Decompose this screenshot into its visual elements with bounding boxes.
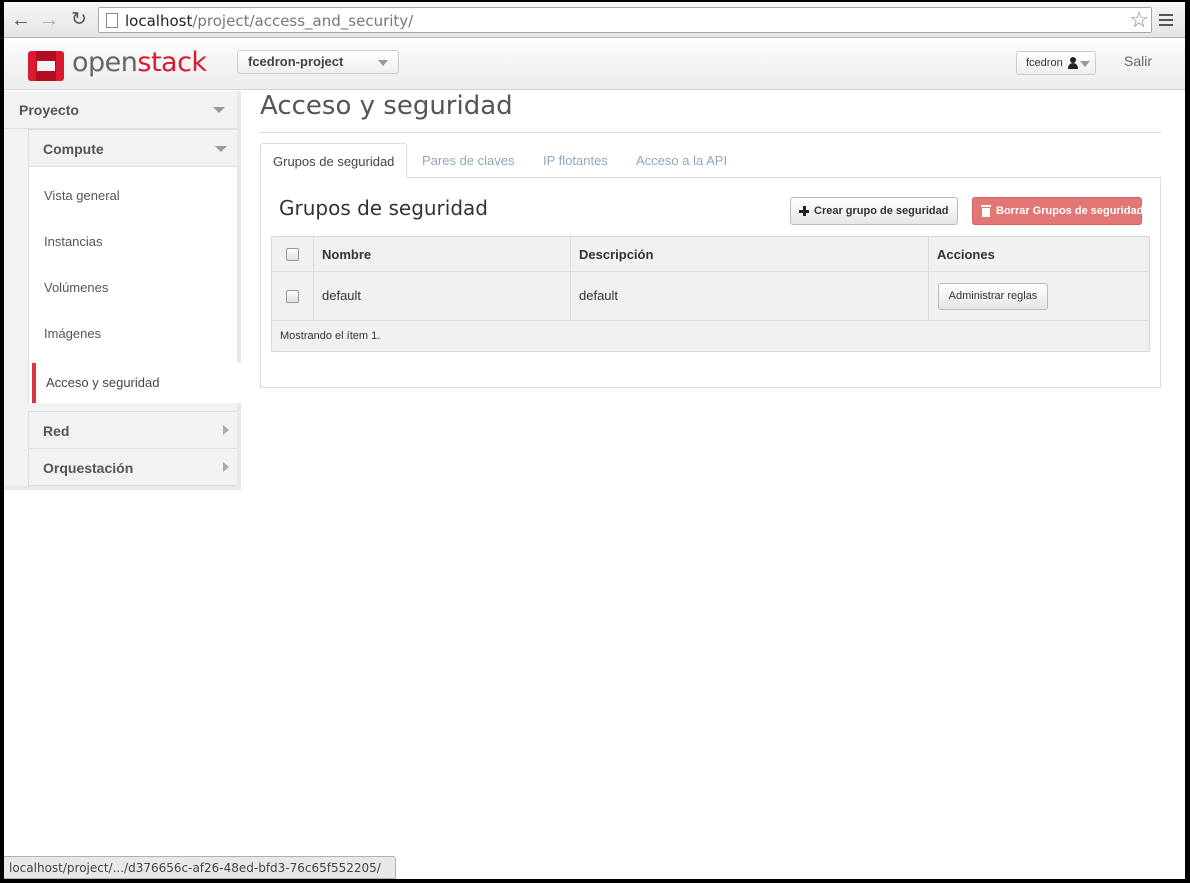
header-name-cell[interactable]: Nombre <box>314 237 571 271</box>
select-all-checkbox[interactable] <box>286 248 299 261</box>
tab-panel: Grupos de seguridad Crear grupo de segur… <box>260 177 1161 388</box>
status-bar-url: localhost/project/.../d376656c-af26-48ed… <box>4 856 396 879</box>
divider <box>260 132 1161 133</box>
chevron-right-icon <box>223 425 229 435</box>
trash-icon <box>981 205 991 217</box>
reload-icon[interactable]: ↻ <box>68 9 90 31</box>
user-menu[interactable]: fcedron <box>1016 51 1096 75</box>
sidebar-dashboard-label: Proyecto <box>19 102 79 118</box>
create-security-group-button[interactable]: Crear grupo de seguridad <box>790 197 958 225</box>
chevron-down-icon <box>215 146 227 152</box>
logo-text: openstack <box>72 47 207 78</box>
tab-key-pairs[interactable]: Pares de claves <box>422 143 515 178</box>
chevron-down-icon <box>1080 61 1090 67</box>
sidebar-item-label: Acceso y seguridad <box>46 375 160 390</box>
logo-text-stack: stack <box>137 47 207 78</box>
url-host: localhost <box>125 12 193 30</box>
column-header-name: Nombre <box>322 247 372 262</box>
browser-window: ← → ↻ localhost/project/access_and_secur… <box>4 2 1185 879</box>
column-header-actions: Acciones <box>937 247 995 262</box>
table-row: default default Administrar reglas <box>272 272 1149 321</box>
sidebar-item-instances[interactable]: Instancias <box>44 234 103 249</box>
row-select-cell <box>272 272 314 320</box>
group-description: default <box>579 288 619 303</box>
sidebar-group-label: Red <box>43 423 70 439</box>
plus-icon <box>799 206 809 216</box>
browser-toolbar: ← → ↻ localhost/project/access_and_secur… <box>4 2 1185 38</box>
bookmark-star-icon[interactable]: ☆ <box>1129 8 1149 32</box>
header-select-cell <box>272 237 314 271</box>
security-groups-table: Nombre Descripción Acciones default defa… <box>271 236 1150 352</box>
sidebar-item-volumes[interactable]: Volúmenes <box>44 280 108 295</box>
logout-link[interactable]: Salir <box>1124 53 1152 69</box>
sidebar: Proyecto Compute Vista general Instancia… <box>4 91 241 490</box>
sidebar-group-label: Orquestación <box>43 460 134 476</box>
sidebar-item-overview[interactable]: Vista general <box>44 188 120 203</box>
row-actions-cell: Administrar reglas <box>929 272 1149 320</box>
user-icon <box>1068 57 1078 69</box>
row-checkbox[interactable] <box>286 290 299 303</box>
chevron-right-icon <box>223 462 229 472</box>
tab-floating-ips[interactable]: IP flotantes <box>543 143 608 178</box>
page-icon <box>106 13 118 28</box>
sidebar-group-compute[interactable]: Compute <box>28 129 237 167</box>
tab-security-groups[interactable]: Grupos de seguridad <box>260 143 408 178</box>
tab-api-access[interactable]: Acceso a la API <box>636 143 727 178</box>
forward-arrow-icon[interactable]: → <box>38 9 60 31</box>
openstack-logo-icon <box>28 51 64 81</box>
delete-security-groups-button[interactable]: Borrar Grupos de seguridad <box>972 197 1144 225</box>
column-header-description: Descripción <box>579 247 654 262</box>
group-name: default <box>322 288 362 303</box>
header-actions-cell: Acciones <box>929 237 1149 271</box>
manage-rules-button[interactable]: Administrar reglas <box>938 283 1048 310</box>
sidebar-group-label: Compute <box>43 141 104 157</box>
back-arrow-icon[interactable]: ← <box>10 9 32 31</box>
username: fcedron <box>1026 57 1063 69</box>
url-path: /project/access_and_security/ <box>192 12 414 30</box>
create-button-label: Crear grupo de seguridad <box>814 205 949 217</box>
app-header: openstack fcedron-project fcedron Salir <box>4 38 1185 90</box>
chevron-down-icon <box>213 107 225 113</box>
chevron-down-icon <box>378 60 388 66</box>
row-name-cell: default <box>314 272 571 320</box>
url-text[interactable]: localhost/project/access_and_security/ <box>125 12 413 30</box>
delete-button-label: Borrar Grupos de seguridad <box>996 205 1144 217</box>
address-bar[interactable]: localhost/project/access_and_security/ ☆ <box>98 7 1152 33</box>
header-description-cell[interactable]: Descripción <box>571 237 929 271</box>
project-name: fcedron-project <box>248 54 344 69</box>
table-footer: Mostrando el ítem 1. <box>280 330 381 342</box>
logo-text-open: open <box>72 47 138 78</box>
project-selector[interactable]: fcedron-project <box>237 50 399 74</box>
sidebar-group-network[interactable]: Red <box>28 411 237 449</box>
row-description-cell: default <box>571 272 929 320</box>
section-title: Grupos de seguridad <box>279 196 488 220</box>
browser-menu-icon[interactable] <box>1159 14 1173 26</box>
sidebar-group-orchestration[interactable]: Orquestación <box>28 448 237 486</box>
sidebar-item-access-security[interactable]: Acceso y seguridad <box>32 363 241 403</box>
sidebar-item-images[interactable]: Imágenes <box>44 326 101 341</box>
table-header-row: Nombre Descripción Acciones <box>272 237 1149 272</box>
page-title: Acceso y seguridad <box>260 91 513 121</box>
sidebar-dashboard-project[interactable]: Proyecto <box>4 91 237 129</box>
